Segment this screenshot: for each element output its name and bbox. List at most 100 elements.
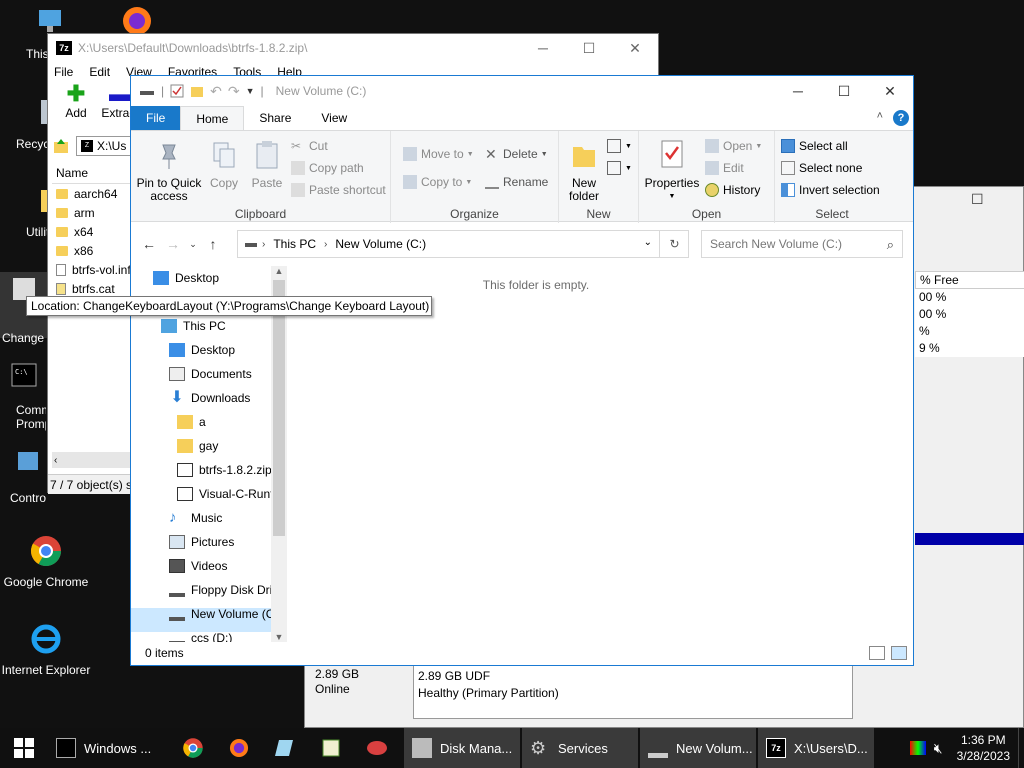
nav-item-btrfs-zip[interactable]: btrfs-1.8.2.zip — [177, 458, 272, 482]
breadcrumb-this-pc[interactable]: This PC — [273, 237, 316, 251]
taskbar-windows-cmd[interactable]: Windows ... — [48, 728, 170, 768]
maximize-button[interactable]: ☐ — [566, 34, 612, 62]
copy-to-button[interactable]: Copy to ▼ — [403, 175, 472, 189]
file-list-area[interactable]: This folder is empty. — [291, 266, 911, 642]
copy-path-button[interactable]: Copy path — [291, 161, 364, 175]
large-icons-view-icon[interactable] — [891, 646, 907, 660]
7zip-horizontal-scrollbar[interactable]: ‹ — [52, 452, 130, 468]
new-folder-button[interactable]: New folder — [563, 139, 605, 203]
desktop-icon-google-chrome[interactable]: Google Chrome — [0, 534, 92, 589]
tab-file[interactable]: File — [131, 106, 181, 130]
nav-item-videos[interactable]: Videos — [169, 554, 227, 578]
tab-view[interactable]: View — [306, 106, 362, 130]
customize-qa-icon[interactable]: ▼ — [246, 86, 255, 96]
nav-item-downloads[interactable]: ⬇ Downloads — [169, 386, 250, 410]
nav-item-folder-gay[interactable]: gay — [177, 434, 218, 458]
tab-home[interactable]: Home — [180, 106, 245, 130]
close-button[interactable]: ✕ — [612, 34, 658, 62]
7zip-title-bar[interactable]: 7z X:\Users\Default\Downloads\btrfs-1.8.… — [48, 34, 658, 62]
collapse-ribbon-icon[interactable]: ˄ — [877, 110, 883, 126]
nav-item-documents[interactable]: Documents — [169, 362, 252, 386]
desktop-icon-control-panel[interactable]: Control Panel — [0, 450, 46, 505]
scrollbar-thumb[interactable] — [273, 280, 285, 536]
refresh-button[interactable]: ↻ — [659, 230, 689, 258]
navigation-scrollbar[interactable]: ▲ ▼ — [271, 266, 287, 642]
nav-item-desktop[interactable]: Desktop — [169, 338, 235, 362]
taskbar-firefox[interactable] — [216, 728, 262, 768]
menu-file[interactable]: File — [54, 62, 73, 82]
scroll-up-icon[interactable]: ▲ — [271, 266, 287, 276]
forward-button[interactable]: → — [161, 236, 185, 252]
select-all-button[interactable]: Select all — [781, 139, 848, 153]
minimize-button[interactable]: ─ — [775, 76, 821, 106]
partition-info[interactable]: 2.89 GB UDF Healthy (Primary Partition) — [413, 665, 853, 719]
new-item-button[interactable]: ▼ — [607, 139, 632, 153]
history-button[interactable]: History — [705, 183, 760, 197]
rename-button[interactable]: Rename — [485, 175, 548, 189]
taskbar-app[interactable] — [308, 728, 354, 768]
clock[interactable]: 1:36 PM 3/28/2023 — [949, 732, 1018, 764]
redo-icon[interactable]: ↷ — [228, 83, 240, 100]
nav-item-desktop[interactable]: Desktop — [153, 266, 219, 290]
taskbar-services[interactable]: ⚙ Services — [522, 728, 638, 768]
nav-item-new-volume[interactable]: New Volume (C:) — [169, 602, 282, 626]
color-icon[interactable] — [909, 741, 926, 755]
taskbar-new-volume[interactable]: New Volum... — [640, 728, 756, 768]
address-dropdown-icon[interactable]: ⌄ — [644, 237, 652, 248]
copy-button[interactable]: Copy — [205, 139, 243, 190]
desktop-icon-command-prompt[interactable]: C:\ Command Prompt — [0, 362, 46, 431]
menu-edit[interactable]: Edit — [89, 62, 110, 82]
back-button[interactable]: ← — [137, 236, 161, 252]
edit-button[interactable]: Edit — [705, 161, 744, 175]
list-item[interactable]: x86 — [52, 241, 130, 260]
taskbar-tool[interactable] — [354, 728, 400, 768]
details-view-icon[interactable] — [869, 646, 885, 660]
properties-button[interactable]: Properties ▼ — [643, 139, 701, 203]
pin-to-quick-access-button[interactable]: Pin to Quick access — [135, 139, 203, 203]
undo-icon[interactable]: ↶ — [210, 83, 222, 100]
list-item[interactable]: x64 — [52, 222, 130, 241]
show-desktop-button[interactable] — [1018, 728, 1024, 768]
delete-button[interactable]: ✕ Delete ▼ — [485, 147, 548, 161]
new-folder-qa-icon[interactable] — [190, 84, 204, 98]
tab-share[interactable]: Share — [244, 106, 306, 130]
up-folder-icon[interactable] — [52, 137, 70, 155]
desktop-icon-internet-explorer[interactable]: Internet Explorer — [0, 622, 92, 677]
name-column-header[interactable]: Name — [52, 162, 130, 184]
taskbar-notepad[interactable] — [262, 728, 308, 768]
properties-qa-icon[interactable] — [170, 84, 184, 98]
taskbar-chrome[interactable] — [170, 728, 216, 768]
help-icon[interactable]: ? — [893, 110, 909, 126]
easy-access-button[interactable]: ▼ — [607, 161, 632, 175]
taskbar-disk-management[interactable]: Disk Mana... — [404, 728, 520, 768]
explorer-title-bar[interactable]: | ↶ ↷ ▼ | New Volume (C:) ─ ☐ ✕ — [131, 76, 913, 106]
paste-button[interactable]: Paste — [247, 139, 287, 190]
search-input[interactable]: Search New Volume (C:) ⌕ — [701, 230, 903, 258]
nav-item-this-pc[interactable]: This PC — [161, 314, 226, 338]
maximize-icon[interactable]: ☐ — [971, 191, 984, 208]
disk-info[interactable]: 2.89 GB Online — [307, 665, 407, 715]
invert-selection-button[interactable]: Invert selection — [781, 183, 880, 197]
7zip-address-input[interactable]: Z X:\Us — [76, 136, 136, 156]
start-button[interactable] — [0, 728, 48, 768]
select-none-button[interactable]: Select none — [781, 161, 862, 175]
nav-item-floppy[interactable]: Floppy Disk Drive (A:) — [169, 578, 287, 602]
nav-item-music[interactable]: ♪ Music — [169, 506, 222, 530]
nav-item-folder-a[interactable]: a — [177, 410, 206, 434]
recent-locations-button[interactable]: ⌄ — [185, 239, 201, 250]
list-item[interactable]: aarch64 — [52, 184, 130, 203]
free-column-header[interactable]: % Free — [915, 271, 1024, 289]
scroll-left-icon[interactable]: ‹ — [52, 455, 57, 466]
paste-shortcut-button[interactable]: Paste shortcut — [291, 183, 386, 197]
close-button[interactable]: ✕ — [867, 76, 913, 106]
taskbar-7zip[interactable]: 7z X:\Users\D... — [758, 728, 874, 768]
volume-muted-icon[interactable]: 🔇︎ — [934, 740, 943, 757]
cut-button[interactable]: ✂ Cut — [291, 139, 328, 153]
add-button[interactable]: ✚ Add — [54, 82, 98, 128]
list-item[interactable]: btrfs-vol.inf — [52, 260, 130, 279]
breadcrumb-new-volume[interactable]: New Volume (C:) — [335, 237, 426, 251]
minimize-button[interactable]: ─ — [520, 34, 566, 62]
up-button[interactable]: ↑ — [201, 236, 225, 252]
nav-item-drive-d[interactable]: ccs (D:) — [169, 626, 232, 642]
open-button[interactable]: Open ▼ — [705, 139, 762, 153]
